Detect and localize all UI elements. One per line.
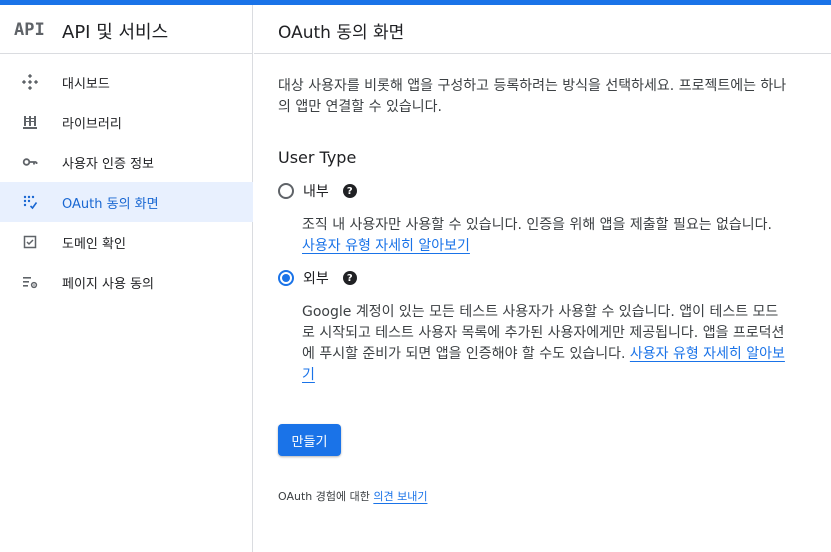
checkbox-icon	[22, 234, 38, 250]
sidebar-item-library[interactable]: 라이브러리	[0, 102, 253, 142]
sidebar-item-dashboard[interactable]: 대시보드	[0, 62, 253, 102]
feedback-line: OAuth 경험에 대한 의견 보내기	[278, 488, 427, 504]
external-option[interactable]: 외부 ?	[278, 268, 357, 288]
internal-label: 내부	[303, 184, 329, 200]
sidebar-item-oauth-consent[interactable]: OAuth 동의 화면	[0, 182, 253, 222]
sidebar-item-page-usage-agreement[interactable]: 페이지 사용 동의	[0, 262, 253, 302]
internal-description: 조직 내 사용자만 사용할 수 있습니다. 인증을 위해 앱을 제출할 필요는 …	[302, 215, 788, 257]
internal-description-text: 조직 내 사용자만 사용할 수 있습니다. 인증을 위해 앱을 제출할 필요는 …	[302, 217, 773, 233]
sidebar-item-label: 대시보드	[62, 76, 110, 92]
feedback-prefix: OAuth 경험에 대한	[278, 490, 370, 503]
sidebar-header: API API 및 서비스	[0, 5, 252, 54]
library-icon	[22, 114, 38, 130]
sidebar-item-label: 사용자 인증 정보	[62, 156, 154, 172]
sidebar-item-label: 라이브러리	[62, 116, 122, 132]
dashboard-icon	[22, 74, 38, 90]
oauth-consent-icon	[22, 194, 38, 210]
intro-text: 대상 사용자를 비롯해 앱을 구성하고 등록하려는 방식을 선택하세요. 프로젝…	[278, 78, 787, 115]
sidebar-nav: 대시보드 라이브러리 사용자 인증 정보 OAuth 동의 화면 도메인 확인	[0, 62, 253, 302]
internal-radio[interactable]	[278, 183, 294, 199]
main-header: OAuth 동의 화면	[254, 5, 831, 54]
help-icon[interactable]: ?	[342, 271, 357, 285]
sidebar-item-label: 도메인 확인	[62, 236, 126, 252]
key-icon	[22, 154, 38, 170]
sidebar: API API 및 서비스 대시보드 라이브러리 사용자 인증 정보 OAuth…	[0, 5, 253, 552]
internal-option[interactable]: 내부 ?	[278, 181, 357, 201]
send-feedback-link[interactable]: 의견 보내기	[373, 490, 427, 503]
sidebar-item-label: 페이지 사용 동의	[62, 276, 154, 292]
external-radio[interactable]	[278, 270, 294, 286]
external-description: Google 계정이 있는 모든 테스트 사용자가 사용할 수 있습니다. 앱이…	[302, 302, 788, 386]
create-button[interactable]: 만들기	[278, 424, 341, 456]
sidebar-item-credentials[interactable]: 사용자 인증 정보	[0, 142, 253, 182]
sidebar-item-domain-verification[interactable]: 도메인 확인	[0, 222, 253, 262]
sidebar-item-label: OAuth 동의 화면	[62, 196, 159, 212]
app-title: API 및 서비스	[62, 22, 169, 43]
internal-learn-more-link[interactable]: 사용자 유형 자세히 알아보기	[302, 238, 470, 254]
external-label: 외부	[303, 271, 329, 287]
main-content: OAuth 동의 화면 대상 사용자를 비롯해 앱을 구성하고 등록하려는 방식…	[254, 5, 831, 552]
page-title: OAuth 동의 화면	[278, 23, 405, 43]
help-icon[interactable]: ?	[342, 184, 357, 198]
settings-list-icon	[22, 274, 38, 290]
user-type-heading: User Type	[278, 148, 357, 167]
api-logo: API	[14, 20, 45, 40]
